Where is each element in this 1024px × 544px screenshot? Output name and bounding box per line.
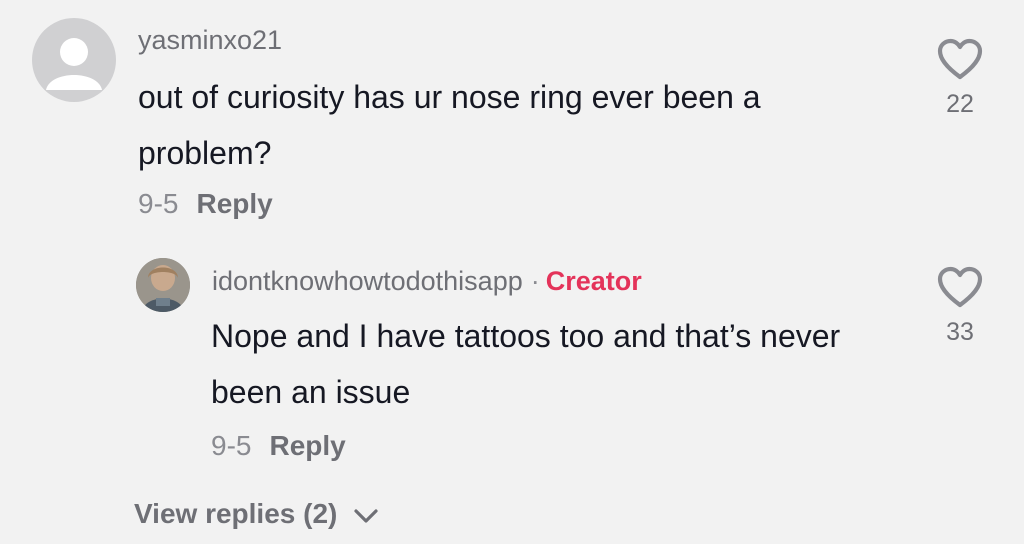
view-replies-label: View replies (2) <box>134 498 338 529</box>
reply-header: idontknowhowtodothisapp · Creator <box>212 266 642 297</box>
heart-outline-icon[interactable] <box>937 266 983 308</box>
reply-username[interactable]: idontknowhowtodothisapp <box>212 266 523 296</box>
reply-like-count: 33 <box>946 318 974 346</box>
creator-badge: Creator <box>545 266 642 296</box>
comment-thread: yasminxo21 out of curiosity has ur nose … <box>0 0 1024 544</box>
comment-like-count: 22 <box>946 90 974 118</box>
comment-text: out of curiosity has ur nose ring ever b… <box>138 79 761 171</box>
reply-meta: 9-5 Reply <box>211 430 346 462</box>
comment-like-button[interactable]: 22 <box>930 38 990 119</box>
creator-avatar[interactable] <box>136 258 190 312</box>
reply-button[interactable]: Reply <box>196 188 272 219</box>
view-replies-button[interactable]: View replies (2) <box>134 498 379 530</box>
chevron-down-icon <box>354 509 378 523</box>
reply-text: Nope and I have tattoos too and that’s n… <box>211 318 841 410</box>
comment-username[interactable]: yasminxo21 <box>138 25 282 56</box>
reply-date: 9-5 <box>211 430 252 461</box>
default-avatar-icon[interactable] <box>32 18 116 102</box>
separator-dot: · <box>530 266 540 296</box>
comment-meta: 9-5 Reply <box>138 188 273 220</box>
reply-like-button[interactable]: 33 <box>930 266 990 347</box>
heart-outline-icon[interactable] <box>937 38 983 80</box>
reply-to-reply-button[interactable]: Reply <box>269 430 345 461</box>
comment-date: 9-5 <box>138 188 179 219</box>
